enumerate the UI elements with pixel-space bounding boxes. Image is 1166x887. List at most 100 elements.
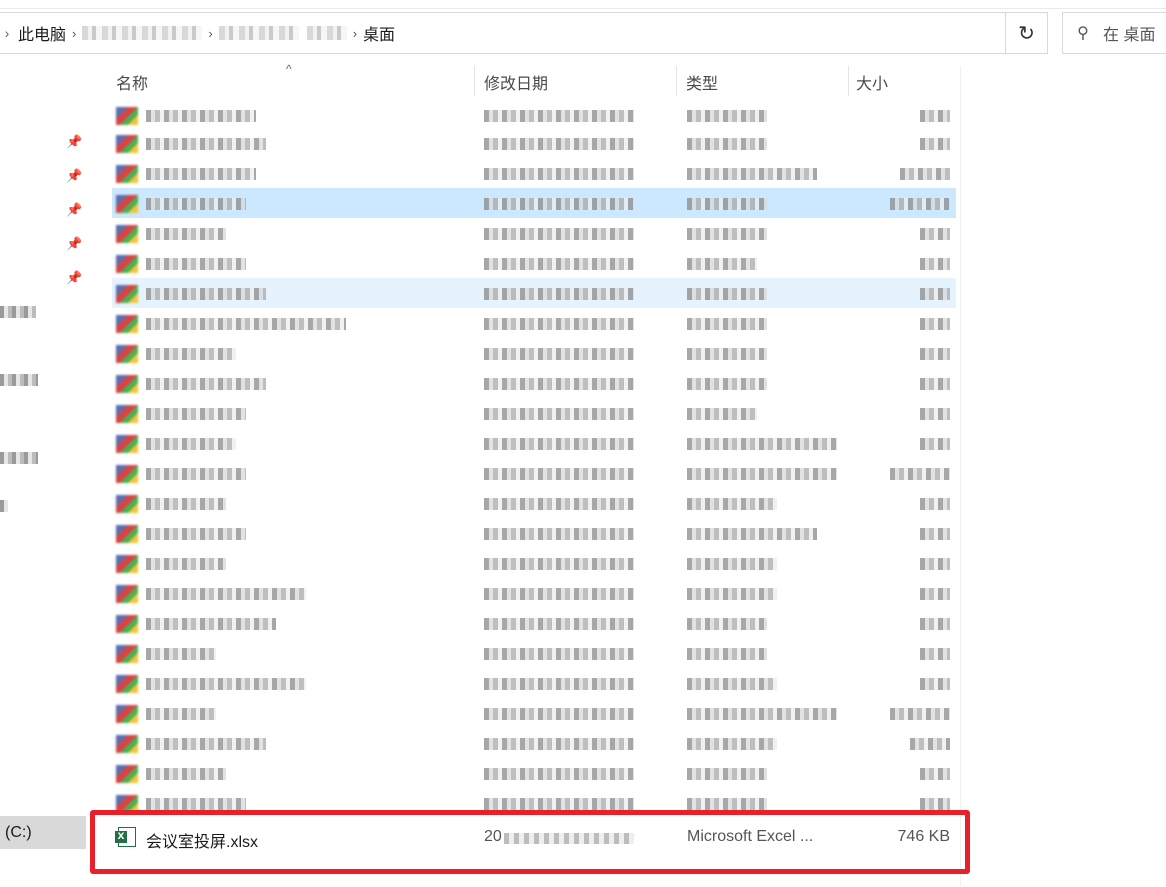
file-row[interactable] — [112, 548, 956, 578]
file-size-redacted — [920, 678, 950, 690]
column-divider[interactable] — [474, 66, 475, 96]
breadcrumb-redacted[interactable] — [306, 26, 347, 40]
file-date-redacted — [484, 618, 634, 630]
column-header-row: 名称 修改日期 类型 大小 — [96, 66, 960, 96]
drive-label: (C:) — [5, 823, 32, 841]
file-row[interactable] — [112, 368, 956, 398]
file-row-xlsx[interactable]: 会议室投屏.xlsx 20 Microsoft Excel ... 746 KB — [112, 822, 956, 854]
file-icon — [116, 675, 138, 693]
file-row[interactable] — [112, 728, 956, 758]
file-list — [96, 96, 960, 886]
file-size-redacted — [920, 438, 950, 450]
list-edge — [960, 66, 961, 886]
file-row[interactable] — [112, 428, 956, 458]
file-row[interactable] — [112, 518, 956, 548]
column-divider[interactable] — [676, 66, 677, 96]
file-row[interactable] — [112, 308, 956, 338]
file-name-redacted — [146, 138, 266, 150]
file-icon — [116, 735, 138, 753]
breadcrumb-desktop[interactable]: 桌面 — [359, 21, 399, 45]
file-date-redacted — [484, 318, 634, 330]
pin-icon[interactable]: 📌 — [66, 134, 82, 149]
file-type-redacted — [687, 318, 767, 330]
file-row[interactable] — [112, 100, 956, 130]
file-row[interactable] — [112, 458, 956, 488]
nav-item-redacted[interactable] — [0, 452, 38, 464]
file-type-redacted — [687, 618, 767, 630]
file-icon — [116, 465, 138, 483]
column-header-type[interactable]: 类型 — [686, 66, 846, 96]
file-type-redacted — [687, 348, 767, 360]
file-row[interactable] — [112, 578, 956, 608]
breadcrumb-separator[interactable]: › — [351, 26, 359, 41]
file-name-redacted — [146, 198, 246, 210]
breadcrumb-redacted[interactable] — [218, 26, 299, 40]
breadcrumb-redacted[interactable] — [82, 26, 203, 40]
nav-item-redacted[interactable] — [0, 500, 8, 512]
file-icon — [116, 795, 138, 813]
file-row[interactable] — [112, 488, 956, 518]
file-size-redacted — [920, 528, 950, 540]
column-header-size-label: 大小 — [856, 76, 889, 93]
file-row[interactable] — [112, 698, 956, 728]
column-header-date[interactable]: 修改日期 — [484, 66, 674, 96]
file-icon — [116, 195, 138, 213]
pin-icon[interactable]: 📌 — [66, 270, 82, 285]
file-name-redacted — [146, 708, 216, 720]
nav-item-redacted[interactable] — [0, 374, 38, 386]
file-type-redacted — [687, 138, 767, 150]
nav-item-redacted[interactable] — [0, 306, 36, 318]
breadcrumb-separator[interactable]: › — [70, 26, 78, 41]
file-row[interactable] — [112, 638, 956, 668]
file-row[interactable] — [112, 158, 956, 188]
file-size-redacted — [920, 798, 950, 810]
search-input[interactable]: ⚲ 在 桌面 — [1062, 12, 1166, 54]
file-date-redacted — [484, 678, 634, 690]
search-icon: ⚲ — [1077, 25, 1089, 42]
file-row[interactable] — [112, 668, 956, 698]
refresh-button[interactable]: ↻ — [1005, 12, 1048, 54]
file-size-redacted — [900, 168, 950, 180]
breadcrumb-separator[interactable]: › — [206, 26, 214, 41]
file-row[interactable] — [112, 758, 956, 788]
file-name-redacted — [146, 498, 226, 510]
file-type-redacted — [687, 558, 777, 570]
file-row[interactable] — [112, 608, 956, 638]
pin-icon[interactable]: 📌 — [66, 168, 82, 183]
file-row[interactable] — [112, 218, 956, 248]
address-bar[interactable]: › 此电脑 › › › 桌面 ⌄ — [0, 12, 1048, 54]
pin-icon[interactable]: 📌 — [66, 236, 82, 251]
file-row[interactable] — [112, 338, 956, 368]
file-icon — [116, 435, 138, 453]
file-size-redacted — [920, 318, 950, 330]
column-divider[interactable] — [848, 66, 849, 96]
file-row[interactable] — [112, 188, 956, 218]
file-name-redacted — [146, 558, 226, 570]
pin-icon[interactable]: 📌 — [66, 202, 82, 217]
file-name-redacted — [146, 288, 266, 300]
file-icon — [116, 615, 138, 633]
breadcrumb-chevron-icon[interactable]: › — [0, 25, 14, 41]
file-date-redacted — [484, 798, 634, 810]
file-icon — [116, 315, 138, 333]
file-type-redacted — [687, 258, 757, 270]
file-icon — [116, 555, 138, 573]
file-row[interactable] — [112, 248, 956, 278]
file-row[interactable] — [112, 128, 956, 158]
search-placeholder: 在 桌面 — [1103, 27, 1156, 44]
file-date-redacted — [484, 228, 634, 240]
file-icon — [116, 585, 138, 603]
file-name: 会议室投屏.xlsx — [146, 834, 259, 851]
file-row[interactable] — [112, 788, 956, 818]
file-row[interactable] — [112, 278, 956, 308]
column-header-name[interactable]: 名称 — [116, 66, 476, 96]
breadcrumb-this-pc[interactable]: 此电脑 — [14, 21, 70, 45]
file-size-redacted — [890, 468, 950, 480]
nav-item-drive-c[interactable]: (C:) — [0, 816, 86, 849]
file-date-redacted — [484, 708, 634, 720]
file-date-redacted — [484, 468, 634, 480]
file-row[interactable] — [112, 398, 956, 428]
column-header-size[interactable]: 大小 — [856, 66, 956, 96]
file-icon — [116, 107, 138, 125]
file-type-redacted — [687, 198, 767, 210]
